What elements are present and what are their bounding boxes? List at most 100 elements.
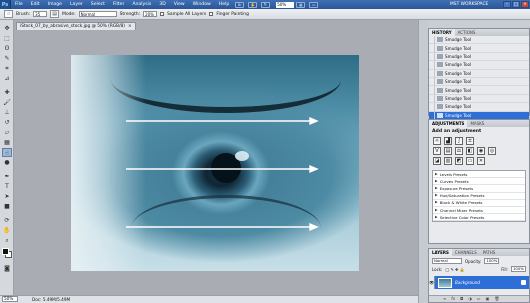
history-state-checkbox[interactable] bbox=[429, 94, 435, 103]
new-adjustment-icon[interactable]: ◑ bbox=[468, 296, 472, 302]
fill-field[interactable]: 100% bbox=[511, 266, 526, 272]
smudge-tool-icon[interactable]: ☝ bbox=[2, 148, 12, 157]
lock-icons[interactable]: □ ✎ ✥ 🔒 bbox=[445, 267, 464, 272]
menu-3d[interactable]: 3D bbox=[155, 2, 169, 7]
type-tool-icon[interactable]: T bbox=[2, 182, 12, 191]
hand-tool-icon[interactable]: ✋ bbox=[2, 226, 12, 235]
link-layers-icon[interactable]: ∞ bbox=[443, 296, 446, 302]
history-state-checkbox[interactable] bbox=[429, 44, 435, 53]
strength-field[interactable]: 20% bbox=[143, 11, 158, 17]
eraser-tool-icon[interactable]: ▱ bbox=[2, 128, 12, 137]
menu-select[interactable]: Select bbox=[87, 2, 109, 7]
threshold-icon[interactable]: ◩ bbox=[455, 157, 463, 165]
color-balance-icon[interactable]: ⚖ bbox=[455, 147, 463, 155]
layer-row-background[interactable]: 👁 Background bbox=[429, 276, 529, 289]
opacity-field[interactable]: 100% bbox=[484, 258, 500, 264]
minimize-button[interactable]: – bbox=[503, 1, 511, 8]
move-tool-icon[interactable]: ✥ bbox=[2, 24, 12, 33]
eyedropper-tool-icon[interactable]: ⊿ bbox=[2, 74, 12, 83]
history-state-checkbox[interactable] bbox=[429, 35, 435, 44]
history-item[interactable]: Smudge Tool bbox=[429, 94, 529, 104]
path-selection-tool-icon[interactable]: ➤ bbox=[2, 192, 12, 201]
expand-triangle-icon[interactable]: ▶ bbox=[435, 192, 438, 199]
curves-icon[interactable]: ∫ bbox=[455, 137, 463, 145]
crop-tool-icon[interactable]: ⌗ bbox=[2, 64, 12, 73]
exposure-icon[interactable]: ± bbox=[466, 137, 474, 145]
history-state-checkbox[interactable] bbox=[429, 52, 435, 61]
tab-masks[interactable]: MASKS bbox=[467, 120, 487, 127]
delete-layer-icon[interactable]: 🗑 bbox=[494, 296, 499, 302]
expand-triangle-icon[interactable]: ▶ bbox=[435, 199, 438, 206]
menu-help[interactable]: Help bbox=[215, 2, 233, 7]
arrange-documents-icon[interactable]: ▦ bbox=[296, 1, 306, 8]
document-tab-close-icon[interactable]: × bbox=[128, 23, 132, 30]
shape-tool-icon[interactable]: ■ bbox=[2, 202, 12, 211]
zoom-icon[interactable]: 🔍 bbox=[261, 1, 271, 8]
history-item[interactable]: Smudge Tool bbox=[429, 35, 529, 45]
history-item[interactable]: Smudge Tool bbox=[429, 44, 529, 53]
menu-window[interactable]: Window bbox=[189, 2, 215, 7]
tab-layers[interactable]: LAYERS bbox=[429, 249, 452, 256]
gradient-map-icon[interactable]: ▭ bbox=[466, 157, 474, 165]
menu-image[interactable]: Image bbox=[44, 2, 66, 7]
brightness-contrast-icon[interactable]: ☼ bbox=[433, 137, 441, 145]
document-tab[interactable]: iStock_07_by_abrasive_stock.jpg @ 50% (R… bbox=[16, 22, 136, 30]
menu-filter[interactable]: Filter bbox=[109, 2, 128, 7]
blend-mode-select[interactable]: Normal bbox=[432, 258, 462, 264]
document-size-info[interactable]: Doc: 5.49M/5.49M bbox=[32, 296, 70, 303]
gradient-tool-icon[interactable]: ▦ bbox=[2, 138, 12, 147]
history-item[interactable]: Smudge Tool bbox=[429, 60, 529, 70]
history-state-checkbox[interactable] bbox=[429, 102, 435, 111]
hand-icon[interactable]: ✋ bbox=[248, 1, 258, 8]
menu-layer[interactable]: Layer bbox=[66, 2, 87, 7]
brush-tool-icon[interactable]: 🖌 bbox=[2, 98, 12, 107]
black-white-icon[interactable]: ◧ bbox=[466, 147, 474, 155]
mode-select[interactable]: Normal bbox=[78, 11, 117, 17]
screen-mode-icon[interactable]: ▭ bbox=[309, 1, 319, 8]
pen-tool-icon[interactable]: ✒ bbox=[2, 172, 12, 181]
brush-panel-icon[interactable]: ▤ bbox=[50, 10, 60, 18]
expand-triangle-icon[interactable]: ▶ bbox=[435, 171, 438, 178]
menu-edit[interactable]: Edit bbox=[27, 2, 44, 7]
history-item[interactable]: Smudge Tool bbox=[429, 77, 529, 87]
visibility-eye-icon[interactable]: 👁 bbox=[429, 276, 435, 289]
bridge-icon[interactable]: Br bbox=[235, 1, 245, 8]
expand-triangle-icon[interactable]: ▶ bbox=[435, 185, 438, 192]
3d-rotate-tool-icon[interactable]: ⟳ bbox=[2, 216, 12, 225]
quick-select-tool-icon[interactable]: ✎ bbox=[2, 54, 12, 63]
zoom-level-field[interactable]: 50% bbox=[276, 1, 295, 8]
brush-size-picker[interactable]: 35 bbox=[33, 11, 48, 17]
image-canvas[interactable] bbox=[71, 55, 359, 271]
levels-icon[interactable]: ▟ bbox=[444, 137, 452, 145]
posterize-icon[interactable]: ▥ bbox=[444, 157, 452, 165]
quick-mask-icon[interactable]: ◙ bbox=[2, 264, 12, 273]
expand-triangle-icon[interactable]: ▶ bbox=[435, 178, 438, 185]
history-state-checkbox[interactable] bbox=[429, 60, 435, 69]
history-state-checkbox[interactable] bbox=[429, 77, 435, 86]
hue-saturation-icon[interactable]: ▤ bbox=[444, 147, 452, 155]
invert-icon[interactable]: ◪ bbox=[433, 157, 441, 165]
lasso-tool-icon[interactable]: ʘ bbox=[2, 44, 12, 53]
tab-adjustments[interactable]: ADJUSTMENTS bbox=[429, 120, 468, 127]
new-group-icon[interactable]: ▭ bbox=[477, 296, 481, 302]
smudge-tool-preset-icon[interactable]: ☝ bbox=[4, 10, 13, 18]
vibrance-icon[interactable]: V bbox=[433, 147, 441, 155]
marquee-tool-icon[interactable]: ⬚ bbox=[2, 34, 12, 43]
finger-painting-checkbox[interactable] bbox=[209, 12, 214, 16]
panel-dock-strip[interactable] bbox=[418, 20, 428, 303]
new-layer-icon[interactable]: ▣ bbox=[486, 296, 490, 302]
healing-brush-tool-icon[interactable]: ✚ bbox=[2, 88, 12, 97]
photo-filter-icon[interactable]: ◉ bbox=[477, 147, 485, 155]
tab-actions[interactable]: ACTIONS bbox=[455, 29, 479, 36]
sample-all-layers-checkbox[interactable] bbox=[160, 12, 165, 16]
tab-channels[interactable]: CHANNELS bbox=[452, 249, 480, 256]
workspace-switcher[interactable]: MST WORKSPACE bbox=[450, 0, 488, 9]
history-state-checkbox[interactable] bbox=[429, 69, 435, 78]
menu-view[interactable]: View bbox=[170, 2, 189, 7]
history-item[interactable]: Smudge Tool bbox=[429, 102, 529, 112]
foreground-color-swatch[interactable] bbox=[2, 248, 9, 255]
menu-file[interactable]: File bbox=[11, 2, 27, 7]
selective-color-icon[interactable]: ✕ bbox=[477, 157, 485, 165]
menu-analysis[interactable]: Analysis bbox=[128, 2, 155, 7]
maximize-button[interactable]: □ bbox=[512, 1, 520, 8]
